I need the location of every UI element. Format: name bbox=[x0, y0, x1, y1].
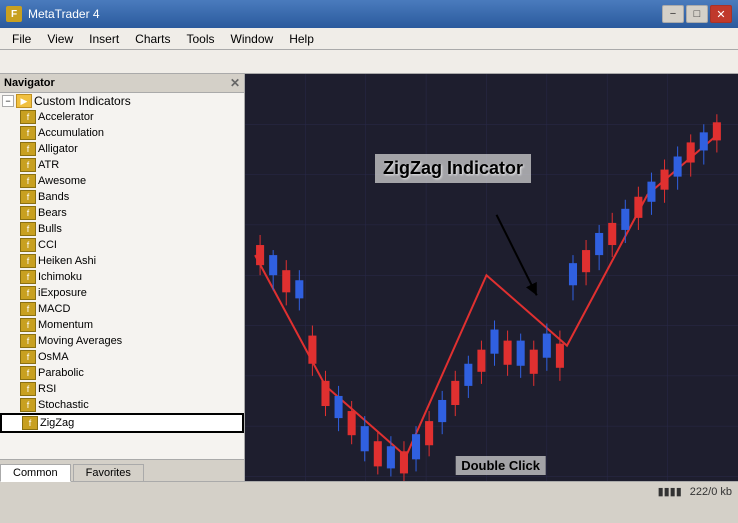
list-item[interactable]: f Awesome bbox=[0, 173, 244, 189]
root-label: Custom Indicators bbox=[34, 94, 131, 108]
list-item-zigzag[interactable]: f ZigZag bbox=[0, 413, 244, 433]
list-item[interactable]: f RSI bbox=[0, 381, 244, 397]
navigator-tree[interactable]: − ▶ Custom Indicators f Accelerator f Ac… bbox=[0, 93, 244, 459]
indicator-icon: f bbox=[20, 334, 36, 348]
memory-status: 222/0 kb bbox=[690, 486, 732, 498]
list-item[interactable]: f Parabolic bbox=[0, 365, 244, 381]
menu-help[interactable]: Help bbox=[281, 30, 322, 48]
indicator-icon: f bbox=[20, 190, 36, 204]
list-item[interactable]: f OsMA bbox=[0, 349, 244, 365]
minimize-button[interactable]: − bbox=[662, 5, 684, 23]
restore-button[interactable]: □ bbox=[686, 5, 708, 23]
expand-icon[interactable]: − bbox=[2, 95, 14, 107]
indicator-icon: f bbox=[20, 254, 36, 268]
app-icon: F bbox=[6, 6, 22, 22]
list-item[interactable]: f Heiken Ashi bbox=[0, 253, 244, 269]
app-title: MetaTrader 4 bbox=[28, 7, 100, 21]
indicator-icon: f bbox=[20, 382, 36, 396]
indicator-icon: f bbox=[20, 206, 36, 220]
indicator-icon: f bbox=[20, 366, 36, 380]
menu-insert[interactable]: Insert bbox=[81, 30, 127, 48]
indicator-icon: f bbox=[20, 110, 36, 124]
navigator-title: Navigator bbox=[4, 77, 55, 89]
indicator-icon: f bbox=[20, 126, 36, 140]
indicator-icon: f bbox=[20, 302, 36, 316]
list-item[interactable]: f Ichimoku bbox=[0, 269, 244, 285]
indicator-icon: f bbox=[20, 398, 36, 412]
list-item[interactable]: f Momentum bbox=[0, 317, 244, 333]
list-item[interactable]: f MACD bbox=[0, 301, 244, 317]
tab-common[interactable]: Common bbox=[0, 464, 71, 482]
navigator-close[interactable]: ✕ bbox=[230, 76, 240, 90]
menu-tools[interactable]: Tools bbox=[179, 30, 223, 48]
navigator-tabs: Common Favorites bbox=[0, 459, 244, 481]
menu-view[interactable]: View bbox=[39, 30, 81, 48]
title-bar: F MetaTrader 4 − □ ✕ bbox=[0, 0, 738, 28]
menu-charts[interactable]: Charts bbox=[127, 30, 178, 48]
title-bar-buttons: − □ ✕ bbox=[662, 5, 732, 23]
indicator-icon: f bbox=[20, 286, 36, 300]
chart-canvas bbox=[245, 74, 738, 481]
list-item[interactable]: f ATR bbox=[0, 157, 244, 173]
list-item[interactable]: f Stochastic bbox=[0, 397, 244, 413]
indicator-icon: f bbox=[20, 238, 36, 252]
double-click-label: Double Click bbox=[455, 456, 546, 475]
indicator-icon: f bbox=[20, 350, 36, 364]
menu-window[interactable]: Window bbox=[223, 30, 282, 48]
list-item[interactable]: f Bands bbox=[0, 189, 244, 205]
menu-bar: File View Insert Charts Tools Window Hel… bbox=[0, 28, 738, 50]
chart-area: ZigZag Indicator Double Click bbox=[245, 74, 738, 481]
navigator-header: Navigator ✕ bbox=[0, 74, 244, 93]
status-bar: ▮▮▮▮ 222/0 kb bbox=[0, 481, 738, 501]
tab-favorites[interactable]: Favorites bbox=[73, 464, 144, 481]
folder-icon: ▶ bbox=[16, 94, 32, 108]
list-item[interactable]: f iExposure bbox=[0, 285, 244, 301]
list-item[interactable]: f Bulls bbox=[0, 221, 244, 237]
toolbar bbox=[0, 50, 738, 74]
list-item[interactable]: f Moving Averages bbox=[0, 333, 244, 349]
navigator-panel: Navigator ✕ − ▶ Custom Indicators f Acce… bbox=[0, 74, 245, 481]
indicator-icon: f bbox=[20, 270, 36, 284]
list-item[interactable]: f Bears bbox=[0, 205, 244, 221]
tree-root-custom-indicators[interactable]: − ▶ Custom Indicators bbox=[0, 93, 244, 109]
chart-bars-status: ▮▮▮▮ bbox=[658, 485, 682, 498]
list-item[interactable]: f Accumulation bbox=[0, 125, 244, 141]
close-button[interactable]: ✕ bbox=[710, 5, 732, 23]
list-item[interactable]: f CCI bbox=[0, 237, 244, 253]
indicator-icon: f bbox=[20, 142, 36, 156]
indicator-icon: f bbox=[20, 318, 36, 332]
menu-file[interactable]: File bbox=[4, 30, 39, 48]
main-content: Navigator ✕ − ▶ Custom Indicators f Acce… bbox=[0, 74, 738, 481]
indicator-icon: f bbox=[22, 416, 38, 430]
list-item[interactable]: f Alligator bbox=[0, 141, 244, 157]
indicator-icon: f bbox=[20, 158, 36, 172]
indicator-icon: f bbox=[20, 222, 36, 236]
list-item[interactable]: f Accelerator bbox=[0, 109, 244, 125]
indicator-icon: f bbox=[20, 174, 36, 188]
